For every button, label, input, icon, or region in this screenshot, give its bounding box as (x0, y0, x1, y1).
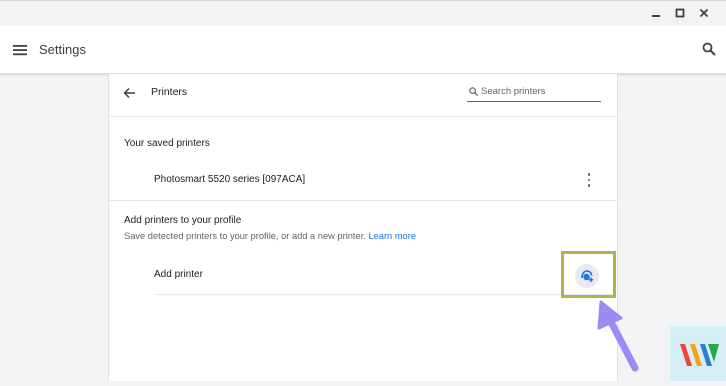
window-controls (644, 5, 716, 21)
printers-card: Printers Your saved printers Photosmart … (108, 74, 618, 381)
pointer-arrow-icon (597, 300, 639, 372)
main-menu-button[interactable] (13, 43, 27, 61)
saved-printer-row: Photosmart 5520 series [097ACA] (109, 164, 617, 194)
watermark-logo (670, 326, 726, 381)
settings-app-bar: Settings (0, 26, 726, 74)
settings-search-button[interactable] (702, 42, 716, 61)
search-printers-input[interactable] (481, 84, 597, 98)
close-icon (699, 8, 709, 18)
more-actions-button[interactable] (583, 173, 595, 187)
page-title: Printers (151, 86, 188, 98)
divider (109, 200, 617, 201)
learn-more-link[interactable]: Learn more (368, 231, 416, 241)
maximize-button[interactable] (668, 5, 692, 21)
add-printer-row: Add printer (154, 254, 612, 295)
add-printers-heading: Add printers to your profile (124, 215, 242, 226)
close-button[interactable] (692, 5, 716, 21)
search-icon (469, 87, 478, 96)
divider (109, 116, 617, 117)
back-arrow-icon (123, 87, 135, 99)
app-title: Settings (39, 42, 86, 57)
search-icon (702, 42, 716, 56)
printer-name: Photosmart 5520 series [097ACA] (154, 174, 306, 185)
add-printers-description: Save detected printers to your profile, … (124, 231, 416, 241)
minimize-button[interactable] (644, 5, 668, 21)
add-printers-description-text: Save detected printers to your profile, … (124, 231, 366, 241)
add-printer-label: Add printer (154, 269, 203, 280)
window-top-edge (0, 0, 726, 1)
back-button[interactable] (123, 86, 136, 104)
logo-icon (680, 344, 719, 366)
search-printers-field[interactable] (467, 83, 601, 102)
highlight-box (561, 251, 616, 298)
more-vert-icon (587, 173, 591, 176)
hamburger-menu-icon (13, 45, 27, 56)
saved-printers-heading: Your saved printers (124, 138, 210, 149)
maximize-icon (675, 8, 685, 18)
minimize-icon (652, 15, 660, 17)
